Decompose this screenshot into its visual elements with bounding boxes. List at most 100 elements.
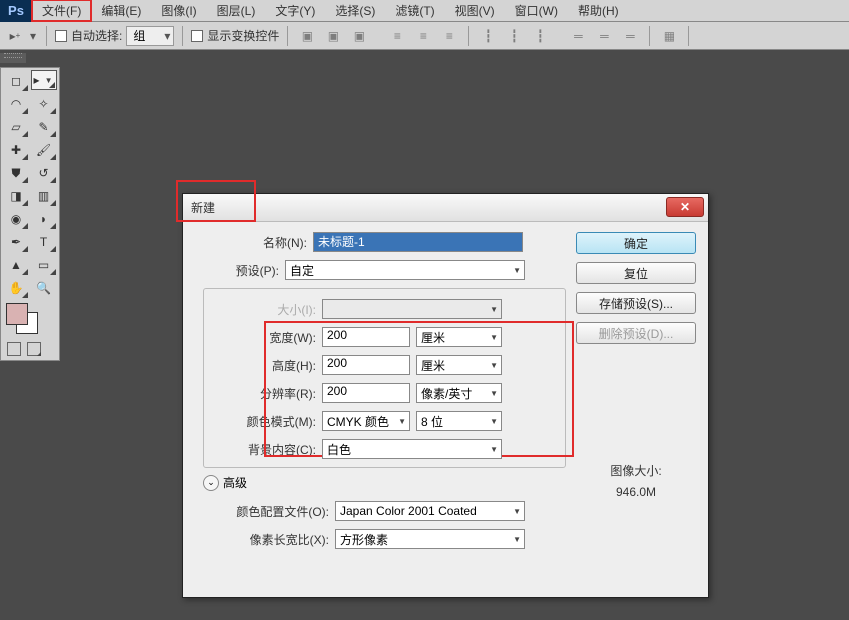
history-brush-tool[interactable]: ↺ — [31, 162, 57, 184]
menu-filter[interactable]: 滤镜(T) — [385, 0, 444, 21]
image-size-value: 946.0M — [576, 485, 696, 499]
menu-edit[interactable]: 编辑(E) — [91, 0, 151, 21]
menu-view[interactable]: 视图(V) — [445, 0, 505, 21]
close-button[interactable]: ✕ — [666, 197, 704, 217]
resolution-unit-select[interactable]: 像素/英寸 — [416, 383, 502, 403]
menu-type[interactable]: 文字(Y) — [265, 0, 325, 21]
toolbox: ◻ ▸ ◠ ✧ ▱ ✎ ✚ 🖌 ⛊ ↺ ◨ ▥ ◉ ◗ ✒ T ▲ ▭ ✋ 🔍 — [0, 67, 60, 361]
stamp-tool[interactable]: ⛊ — [3, 162, 29, 184]
advanced-toggle[interactable]: ⌄ — [203, 475, 219, 491]
dialog-buttons: 确定 复位 存储预设(S)... 删除预设(D)... 图像大小: 946.0M — [576, 232, 696, 557]
distribute-icon: ═ — [593, 25, 615, 47]
name-label: 名称(N): — [195, 234, 313, 251]
divider — [46, 26, 47, 46]
arrange-icon: ▦ — [658, 25, 680, 47]
show-transform-checkbox[interactable] — [191, 30, 203, 42]
save-preset-button[interactable]: 存储预设(S)... — [576, 292, 696, 314]
dialog-form: 名称(N): 未标题-1 预设(P): 自定 大小(I): 宽度(W): 200… — [195, 232, 566, 557]
show-transform-label: 显示变换控件 — [207, 27, 279, 44]
menu-file[interactable]: 文件(F) — [32, 0, 91, 21]
hand-tool[interactable]: ✋ — [3, 277, 29, 299]
height-input[interactable]: 200 — [322, 355, 410, 375]
magic-wand-tool[interactable]: ✧ — [31, 93, 57, 115]
width-label: 宽度(W): — [204, 329, 322, 346]
move-tool-icon: ▸+ — [6, 27, 24, 45]
profile-label: 颜色配置文件(O): — [195, 503, 335, 520]
distribute-icon: ═ — [567, 25, 589, 47]
distribute-icon: ┇ — [529, 25, 551, 47]
panel-grip[interactable] — [0, 53, 26, 63]
advanced-label: 高级 — [223, 474, 247, 491]
align-icon: ≡ — [438, 25, 460, 47]
brush-tool[interactable]: 🖌 — [31, 139, 57, 161]
align-icon: ≡ — [412, 25, 434, 47]
healing-tool[interactable]: ✚ — [3, 139, 29, 161]
shape-tool[interactable]: ▭ — [31, 254, 57, 276]
height-label: 高度(H): — [204, 357, 322, 374]
name-input[interactable]: 未标题-1 — [313, 232, 523, 252]
auto-select-label: 自动选择: — [71, 27, 122, 44]
eraser-tool[interactable]: ◨ — [3, 185, 29, 207]
distribute-icon: ┇ — [477, 25, 499, 47]
resolution-input[interactable]: 200 — [322, 383, 410, 403]
preset-select[interactable]: 自定 — [285, 260, 525, 280]
dialog-titlebar[interactable]: 新建 ✕ — [183, 194, 708, 222]
image-size-label: 图像大小: — [576, 462, 696, 479]
align-icon: ▣ — [348, 25, 370, 47]
app-logo: Ps — [0, 0, 32, 22]
color-swatches[interactable] — [3, 300, 57, 339]
menu-layer[interactable]: 图层(L) — [207, 0, 266, 21]
menu-image[interactable]: 图像(I) — [151, 0, 206, 21]
color-mode-select[interactable]: CMYK 颜色 — [322, 411, 410, 431]
distribute-icon: ═ — [619, 25, 641, 47]
reset-button[interactable]: 复位 — [576, 262, 696, 284]
type-tool[interactable]: T — [31, 231, 57, 253]
aspect-label: 像素长宽比(X): — [195, 531, 335, 548]
align-icon: ▣ — [322, 25, 344, 47]
toolbox-dock: ◻ ▸ ◠ ✧ ▱ ✎ ✚ 🖌 ⛊ ↺ ◨ ▥ ◉ ◗ ✒ T ▲ ▭ ✋ 🔍 — [0, 50, 60, 361]
background-label: 背景内容(C): — [204, 441, 322, 458]
move-tool[interactable]: ▸ — [31, 70, 57, 90]
options-bar: ▸+ ▾ 自动选择: 组 显示变换控件 ▣ ▣ ▣ ≡ ≡ ≡ ┇ ┇ ┇ ═ … — [0, 22, 849, 50]
menu-window[interactable]: 窗口(W) — [505, 0, 568, 21]
width-unit-select[interactable]: 厘米 — [416, 327, 502, 347]
blur-tool[interactable]: ◉ — [3, 208, 29, 230]
color-mode-label: 颜色模式(M): — [204, 413, 322, 430]
profile-select[interactable]: Japan Color 2001 Coated — [335, 501, 525, 521]
size-label: 大小(I): — [204, 301, 322, 318]
menu-select[interactable]: 选择(S) — [325, 0, 385, 21]
zoom-tool[interactable]: 🔍 — [31, 277, 57, 299]
marquee-tool[interactable]: ◻ — [3, 70, 29, 92]
annotation-highlight — [176, 180, 256, 222]
color-depth-select[interactable]: 8 位 — [416, 411, 502, 431]
auto-select-dropdown[interactable]: 组 — [126, 26, 174, 46]
screenmode-toggle[interactable] — [27, 342, 41, 356]
distribute-icon: ┇ — [503, 25, 525, 47]
divider — [287, 26, 288, 46]
crop-tool[interactable]: ▱ — [3, 116, 29, 138]
dimensions-group: 大小(I): 宽度(W): 200 厘米 高度(H): 200 厘米 分辨率(R… — [203, 288, 566, 468]
divider — [182, 26, 183, 46]
auto-select-checkbox[interactable] — [55, 30, 67, 42]
pen-tool[interactable]: ✒ — [3, 231, 29, 253]
menubar: Ps 文件(F) 编辑(E) 图像(I) 图层(L) 文字(Y) 选择(S) 滤… — [0, 0, 849, 22]
align-icon: ▣ — [296, 25, 318, 47]
height-unit-select[interactable]: 厘米 — [416, 355, 502, 375]
delete-preset-button: 删除预设(D)... — [576, 322, 696, 344]
quickmask-toggle[interactable] — [7, 342, 21, 356]
dropdown-icon[interactable]: ▾ — [28, 27, 38, 45]
eyedropper-tool[interactable]: ✎ — [31, 116, 57, 138]
preset-label: 预设(P): — [195, 262, 285, 279]
foreground-swatch[interactable] — [6, 303, 28, 325]
gradient-tool[interactable]: ▥ — [31, 185, 57, 207]
menu-help[interactable]: 帮助(H) — [568, 0, 629, 21]
size-select — [322, 299, 502, 319]
ok-button[interactable]: 确定 — [576, 232, 696, 254]
path-select-tool[interactable]: ▲ — [3, 254, 29, 276]
background-select[interactable]: 白色 — [322, 439, 502, 459]
aspect-select[interactable]: 方形像素 — [335, 529, 525, 549]
lasso-tool[interactable]: ◠ — [3, 93, 29, 115]
width-input[interactable]: 200 — [322, 327, 410, 347]
divider — [649, 26, 650, 46]
dodge-tool[interactable]: ◗ — [31, 208, 57, 230]
